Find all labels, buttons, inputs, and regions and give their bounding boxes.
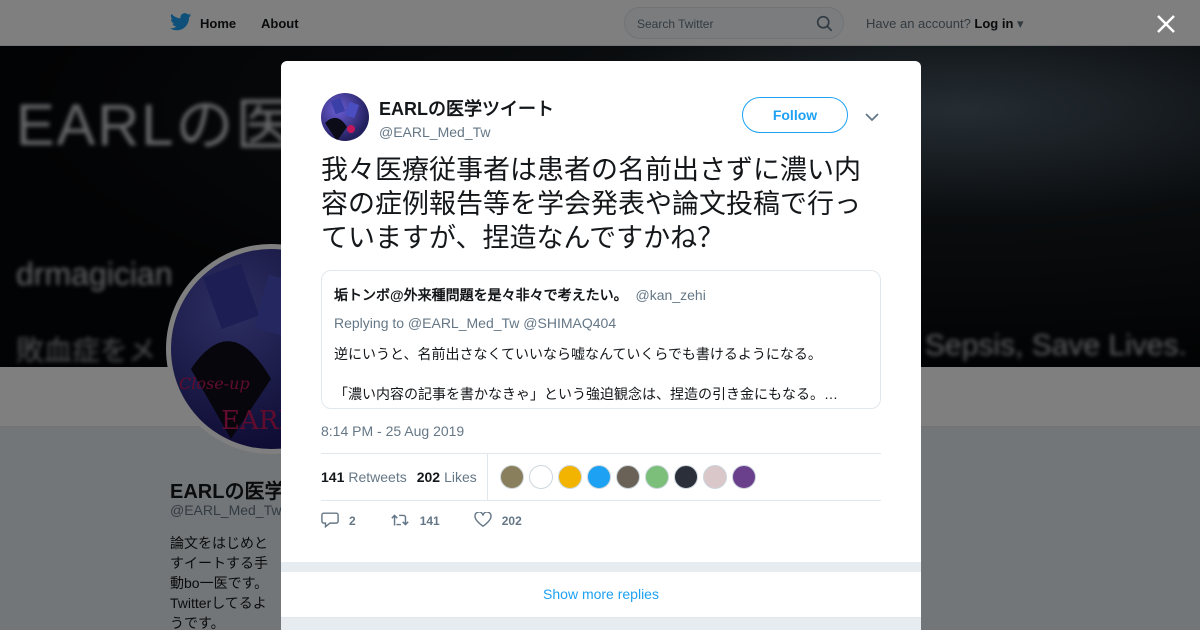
- author-name[interactable]: EARLの医学ツイート: [379, 95, 554, 121]
- liker-avatar[interactable]: [499, 465, 524, 489]
- show-more-replies-link[interactable]: Show more replies: [281, 572, 921, 618]
- quoted-replying-to: Replying to @EARL_Med_Tw @SHIMAQ404: [334, 315, 617, 331]
- liker-avatar[interactable]: [615, 465, 640, 489]
- heart-icon: [474, 510, 492, 531]
- liker-avatars: [499, 465, 756, 489]
- quoted-tweet[interactable]: 垢トンボ@外来種問題を是々非々で考えたい。 @kan_zehi Replying…: [321, 270, 881, 409]
- liker-avatar[interactable]: [528, 465, 553, 489]
- quoted-text-line-1: 逆にいうと、名前出さなくていいなら嘘なんていくらでも書けるようになる。: [334, 346, 822, 362]
- tweet-actions: 2 141 202: [321, 510, 556, 531]
- tweet-timestamp[interactable]: 8:14 PM - 25 Aug 2019: [321, 423, 464, 439]
- like-button[interactable]: 202: [474, 510, 522, 531]
- liker-avatar[interactable]: [557, 465, 582, 489]
- close-icon[interactable]: [1154, 12, 1178, 36]
- retweets-count: 141: [321, 469, 345, 485]
- retweets-label: Retweets: [348, 469, 407, 485]
- likes-stat[interactable]: 202 Likes: [417, 469, 477, 485]
- quoted-text-line-2: 「濃い内容の記事を書かなきゃ」という強迫観念は、捏造の引き金にもなる。…: [334, 386, 838, 402]
- quoted-author-handle: @kan_zehi: [635, 287, 706, 303]
- like-count: 202: [501, 514, 522, 528]
- likes-count: 202: [416, 469, 441, 485]
- tweet-modal: EARLの医学ツイート @EARL_Med_Tw Follow 我々医療従事者は…: [281, 61, 921, 630]
- replies-separator: [281, 562, 921, 572]
- reply-icon: [321, 511, 339, 531]
- retweet-button[interactable]: 141: [390, 512, 440, 531]
- liker-avatar[interactable]: [731, 465, 756, 489]
- retweet-icon: [390, 512, 410, 531]
- bottom-separator: [281, 618, 921, 630]
- liker-avatar[interactable]: [644, 465, 669, 489]
- liker-avatar[interactable]: [702, 465, 727, 489]
- tweet-permalink: EARLの医学ツイート @EARL_Med_Tw Follow 我々医療従事者は…: [281, 61, 921, 562]
- follow-button[interactable]: Follow: [742, 97, 848, 133]
- author-handle[interactable]: @EARL_Med_Tw: [379, 124, 554, 140]
- retweets-stat[interactable]: 141 Retweets: [321, 469, 407, 485]
- liker-avatar[interactable]: [673, 465, 698, 489]
- reply-button[interactable]: 2: [321, 511, 356, 531]
- author-avatar[interactable]: [321, 93, 369, 141]
- reply-count: 2: [349, 514, 356, 528]
- retweet-count: 141: [419, 514, 440, 528]
- likes-label: Likes: [444, 469, 477, 485]
- tweet-author[interactable]: EARLの医学ツイート @EARL_Med_Tw: [321, 93, 554, 141]
- quoted-author-name: 垢トンボ@外来種問題を是々非々で考えたい。: [334, 287, 628, 303]
- tweet-text: 我々医療従事者は患者の名前出さずに濃い内容の症例報告等を学会発表や論文投稿で行っ…: [321, 155, 861, 253]
- stats-divider: [486, 453, 488, 501]
- liker-avatar[interactable]: [586, 465, 611, 489]
- chevron-down-icon[interactable]: [865, 109, 879, 127]
- tweet-stats: 141 Retweets 202 Likes: [321, 453, 881, 501]
